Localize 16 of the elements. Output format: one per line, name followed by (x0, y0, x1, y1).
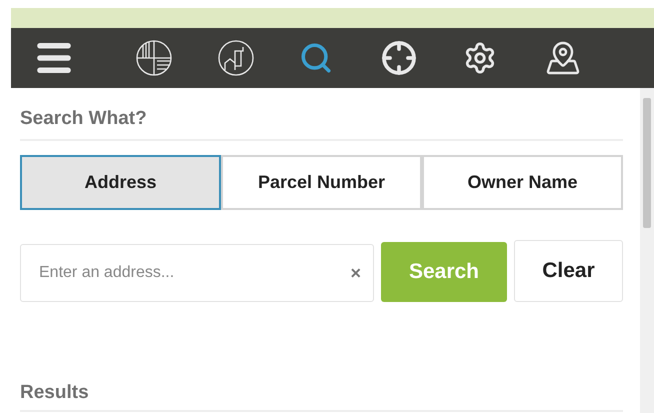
scrollbar-thumb[interactable] (643, 98, 651, 228)
search-icon (299, 41, 333, 75)
house-circle-icon (217, 39, 255, 77)
section-heading: Search What? (20, 88, 623, 141)
results-heading: Results (20, 382, 623, 412)
crosshair-icon (381, 40, 417, 76)
settings-icon (463, 41, 497, 75)
map-pin-icon (545, 40, 581, 76)
clear-button[interactable]: Clear (514, 240, 623, 302)
scrollbar[interactable] (640, 88, 654, 413)
search-type-tab[interactable]: Owner Name (422, 155, 623, 210)
search-type-tab[interactable]: Parcel Number (221, 155, 422, 210)
clear-input-glyph[interactable]: × (350, 262, 361, 284)
address-field[interactable]: Enter an address... × (20, 244, 374, 302)
search-type-tab[interactable]: Address (20, 155, 221, 210)
quartered-circle-icon (135, 39, 173, 77)
